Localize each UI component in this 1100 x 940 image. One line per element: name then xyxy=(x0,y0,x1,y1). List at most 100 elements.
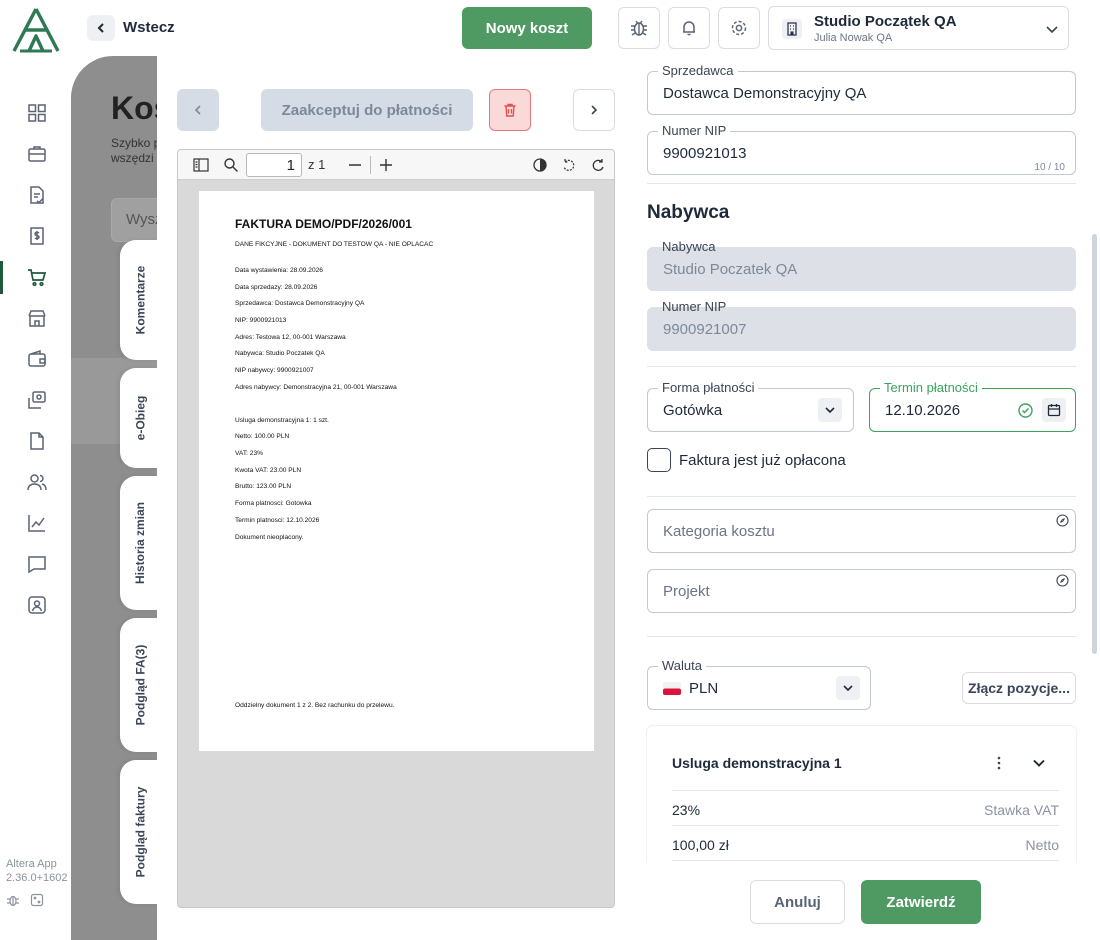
new-cost-button[interactable]: Nowy koszt xyxy=(462,7,592,49)
store-icon[interactable] xyxy=(26,307,48,329)
document-check-icon[interactable] xyxy=(26,184,48,206)
seller-nip-label: Numer NIP xyxy=(658,124,731,138)
bug-icon[interactable] xyxy=(6,893,20,907)
back-button[interactable] xyxy=(87,15,115,41)
invoice-line: NIP nabywcy: 9900921007 xyxy=(235,367,314,374)
due-date-value: 12.10.2026 xyxy=(885,402,961,419)
currency-label: Waluta xyxy=(658,659,706,673)
page-number-input[interactable]: 1 xyxy=(246,153,302,177)
page-subtitle: Szybko p wszędzi xyxy=(111,136,160,166)
currency-select[interactable]: Waluta PLN xyxy=(647,659,871,710)
file-icon[interactable] xyxy=(26,430,48,452)
zoom-out-icon[interactable] xyxy=(348,159,362,171)
invoice-line: Usluga demonstracyjna 1: 1 szt. xyxy=(235,417,329,424)
tab-label: Podgląd FA(3) xyxy=(133,644,148,726)
seller-nip-field[interactable]: Numer NIP 9900921013 10 / 10 xyxy=(647,124,1076,175)
invoice-line: Brutto: 123.00 PLN xyxy=(235,483,292,490)
invoice-line: Kwota VAT: 23.00 PLN xyxy=(235,467,302,474)
chat-icon[interactable] xyxy=(26,553,48,575)
trash-icon xyxy=(504,103,516,117)
confirm-button[interactable]: Zatwierdź xyxy=(861,880,981,924)
rotate-left-icon[interactable] xyxy=(562,158,576,172)
invoice-line: Adres: Testowa 12, 00-001 Warszawa xyxy=(235,334,346,341)
receipt-dollar-icon[interactable] xyxy=(26,225,48,247)
invoice-line: Sprzedawca: Dostawca Demonstracyjny QA xyxy=(235,300,365,307)
cart-icon[interactable] xyxy=(26,266,48,288)
divider xyxy=(647,496,1076,497)
rotate-right-icon[interactable] xyxy=(591,158,605,172)
contrast-icon[interactable] xyxy=(533,158,547,172)
chart-icon[interactable] xyxy=(26,512,48,534)
tab-label: Historia zmian xyxy=(133,501,147,585)
paid-checkbox-label[interactable]: Faktura jest już opłacona xyxy=(679,452,846,469)
buyer-field: Nabywca Studio Poczatek QA xyxy=(647,240,1076,291)
compass-icon[interactable] xyxy=(1056,514,1069,527)
invoice-line: Oddzielny dokument 1 z 2. Bez rachunku d… xyxy=(235,702,395,709)
invoice-line: Adres nabywcy: Demonstracyjna 21, 00-001… xyxy=(235,384,397,391)
pdf-viewer[interactable]: 1 z 1 FAKTURA DEMO/PDF/2026/001 DANE FIK… xyxy=(177,149,615,908)
payment-form-value: Gotówka xyxy=(663,402,723,419)
calendar-button[interactable] xyxy=(1042,398,1066,422)
seller-label: Sprzedawca xyxy=(658,64,738,78)
tab-preview-fa3[interactable]: Podgląd FA(3) xyxy=(120,618,160,752)
invoice-line: Data sprzedazy: 28.09.2026 xyxy=(235,284,318,291)
delete-button[interactable] xyxy=(489,89,531,131)
chevron-down-icon xyxy=(843,685,853,692)
tab-label: Podgląd faktury xyxy=(133,786,147,878)
accept-for-payment-button[interactable]: Zaakceptuj do płatności xyxy=(261,89,473,131)
compass-icon[interactable] xyxy=(1056,574,1069,587)
settings-button[interactable] xyxy=(718,7,760,49)
kebab-menu-icon[interactable] xyxy=(996,755,1002,771)
divider xyxy=(647,636,1076,637)
altera-logo[interactable] xyxy=(10,6,62,54)
tab-comments[interactable]: Komentarze xyxy=(120,240,160,360)
nip-char-counter: 10 / 10 xyxy=(1034,162,1065,173)
chevron-right-icon xyxy=(591,105,598,115)
toolbar-divider xyxy=(370,156,371,174)
briefcase-icon[interactable] xyxy=(26,143,48,165)
payment-form-select[interactable]: Forma płatności Gotówka xyxy=(647,381,854,432)
back-label[interactable]: Wstecz xyxy=(123,19,175,36)
tab-history[interactable]: Historia zmian xyxy=(120,476,160,610)
sidebar-toggle-icon[interactable] xyxy=(193,158,209,172)
chevron-down-icon[interactable] xyxy=(1032,756,1046,770)
next-document-button[interactable] xyxy=(573,89,615,131)
buyer-label: Nabywca xyxy=(662,239,716,254)
tab-label: Komentarze xyxy=(133,265,147,335)
grid-icon[interactable] xyxy=(26,102,48,124)
tab-e-obieg[interactable]: e-Obieg xyxy=(120,368,160,468)
buyer-heading: Nabywca xyxy=(647,202,730,223)
due-date-field[interactable]: Termin płatności 12.10.2026 xyxy=(869,381,1076,432)
search-icon[interactable] xyxy=(223,157,239,173)
currency-dropdown[interactable] xyxy=(836,676,860,700)
project-field[interactable]: Projekt xyxy=(647,569,1076,613)
net-label: Netto xyxy=(1025,837,1059,853)
bug-report-button[interactable] xyxy=(618,7,660,49)
paid-checkbox[interactable] xyxy=(647,448,671,472)
payment-form-dropdown[interactable] xyxy=(818,398,842,422)
previous-document-button[interactable] xyxy=(177,89,219,131)
invoice-line: Netto: 100.00 PLN xyxy=(235,433,290,440)
cancel-button[interactable]: Anuluj xyxy=(750,880,845,924)
line-item-name: Usluga demonstracyjna 1 xyxy=(672,755,842,771)
cost-category-field[interactable]: Kategoria kosztu xyxy=(647,509,1076,553)
company-switcher[interactable]: Studio Początek QA Julia Nowak QA xyxy=(768,6,1069,50)
cash-icon[interactable] xyxy=(26,389,48,411)
dice-icon[interactable] xyxy=(30,893,44,907)
calendar-icon xyxy=(1047,404,1061,417)
notifications-button[interactable] xyxy=(668,7,710,49)
contact-icon[interactable] xyxy=(26,594,48,616)
tab-invoice-preview[interactable]: Podgląd faktury xyxy=(120,760,160,904)
pdf-toolbar: 1 z 1 xyxy=(178,150,614,180)
zoom-in-icon[interactable] xyxy=(379,158,393,172)
buyer-nip-value: 9900921007 xyxy=(663,321,747,338)
wallet-icon[interactable] xyxy=(26,348,48,370)
users-icon[interactable] xyxy=(26,471,48,493)
side-tabs: Komentarze e-Obieg Historia zmian Podglą… xyxy=(120,240,160,910)
form-scrollbar[interactable] xyxy=(1092,234,1097,654)
page-subtitle-line: wszędzi xyxy=(111,151,154,165)
merge-items-button[interactable]: Złącz pozycje... xyxy=(962,672,1076,704)
chevron-down-icon xyxy=(1046,26,1058,34)
seller-field[interactable]: Sprzedawca Dostawca Demonstracyjny QA xyxy=(647,64,1076,115)
net-value: 100,00 zł xyxy=(672,837,729,853)
